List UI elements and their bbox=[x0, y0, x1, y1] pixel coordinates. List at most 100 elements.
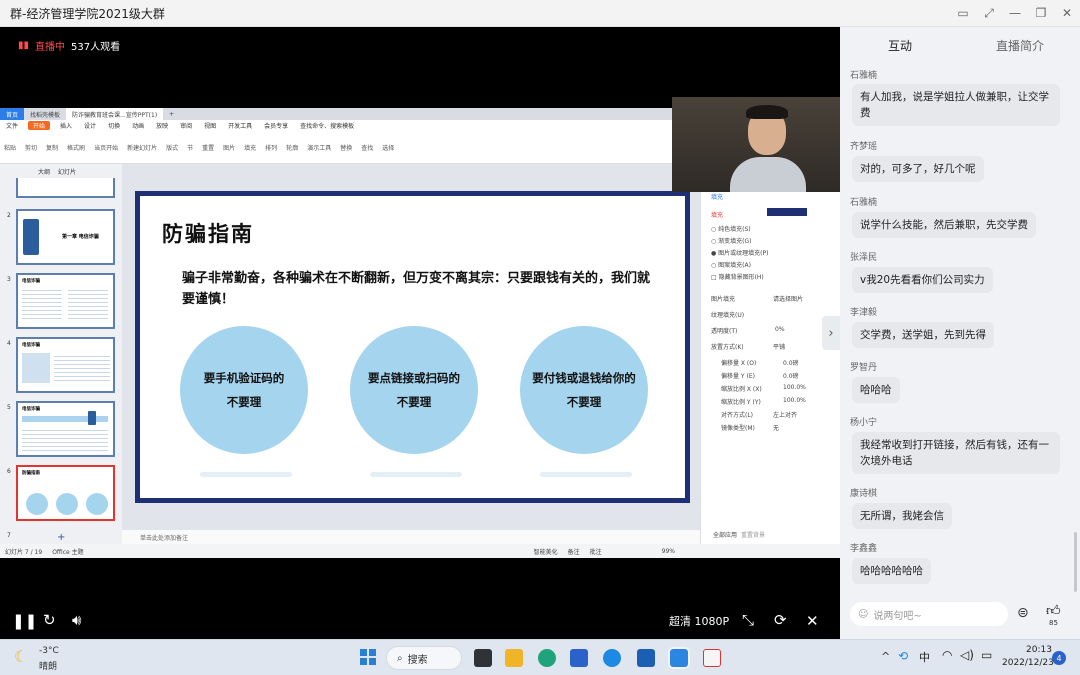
weather-desc[interactable]: 晴朗 bbox=[39, 659, 57, 672]
menu-insert[interactable]: 插入 bbox=[54, 121, 78, 130]
menu-review[interactable]: 审阅 bbox=[174, 121, 198, 130]
close-player-icon[interactable]: ✕ bbox=[806, 612, 819, 630]
prop-value[interactable]: 0.0磅 bbox=[783, 371, 799, 380]
maximize-button[interactable]: ❐ bbox=[1028, 0, 1054, 27]
slide-thumb-3[interactable]: 电信诈骗 bbox=[16, 273, 115, 329]
notes-bar[interactable]: 单击此处添加备注 bbox=[122, 530, 700, 544]
ppt-tab-doc[interactable]: 防诈骗教育班会课...宣传PPT(1) bbox=[66, 108, 164, 120]
add-slide-icon[interactable]: + bbox=[57, 532, 65, 543]
like-icon[interactable]: 👍︎ bbox=[1046, 602, 1061, 619]
menu-search[interactable]: 查找命令、搜索模板 bbox=[294, 121, 360, 130]
slide-thumb-6-selected[interactable]: 防骗指南 bbox=[16, 465, 115, 521]
tool-outline[interactable]: 轮廓 bbox=[286, 143, 298, 152]
menu-devtools[interactable]: 开发工具 bbox=[222, 121, 258, 130]
prop-value[interactable]: 100.0% bbox=[783, 384, 806, 391]
tool-cut[interactable]: 剪切 bbox=[25, 143, 37, 152]
fill-option[interactable]: ○ 渐变填充(G) bbox=[711, 236, 752, 245]
windows-start-icon[interactable] bbox=[360, 649, 376, 665]
pause-icon[interactable]: ❚❚ bbox=[12, 612, 37, 630]
prop-value[interactable]: 请选择图片 bbox=[773, 294, 803, 303]
menu-slideshow[interactable]: 放映 bbox=[150, 121, 174, 130]
snipping-tool-icon[interactable] bbox=[703, 649, 721, 667]
prop-value[interactable]: 0% bbox=[775, 326, 785, 333]
ppt-tab-home[interactable]: 首页 bbox=[0, 108, 25, 120]
menu-member[interactable]: 会员专享 bbox=[258, 121, 294, 130]
tab-interaction[interactable]: 互动 bbox=[840, 37, 960, 54]
ppt-tab-template[interactable]: 找稻壳模板 bbox=[24, 108, 66, 120]
weather-temp[interactable]: -3°C bbox=[39, 646, 59, 656]
tool-fill[interactable]: 填充 bbox=[244, 143, 256, 152]
menu-animation[interactable]: 动画 bbox=[126, 121, 150, 130]
prop-value[interactable]: 0.0磅 bbox=[783, 358, 799, 367]
zoom-level[interactable]: 99% bbox=[662, 548, 675, 555]
minimize-button[interactable]: — bbox=[1002, 0, 1028, 27]
chat-scrollbar[interactable] bbox=[1074, 532, 1077, 592]
close-button[interactable]: ✕ bbox=[1054, 0, 1080, 27]
tool-paste[interactable]: 粘贴 bbox=[4, 143, 16, 152]
slide-thumb-4[interactable]: 电信诈骗 bbox=[16, 337, 115, 393]
tray-app-icon[interactable]: ⟲ bbox=[898, 649, 908, 663]
ime-indicator[interactable]: 中 bbox=[919, 649, 930, 665]
edge-icon[interactable] bbox=[538, 649, 556, 667]
chevron-right-icon[interactable]: › bbox=[822, 316, 840, 350]
security-shield-icon[interactable] bbox=[637, 649, 655, 667]
tool-play-current[interactable]: 当页开始 bbox=[94, 143, 118, 152]
smart-beautify-button[interactable]: 智能美化 bbox=[534, 547, 558, 556]
tool-section[interactable]: 节 bbox=[187, 143, 193, 152]
fullscreen-icon[interactable]: ⤢ bbox=[976, 0, 1002, 27]
reset-bg-button[interactable]: 重置背景 bbox=[741, 530, 765, 539]
tool-reset[interactable]: 重置 bbox=[202, 143, 214, 152]
clock-date[interactable]: 2022/12/23 bbox=[1002, 658, 1054, 668]
chevron-up-icon[interactable]: ^ bbox=[881, 650, 890, 663]
file-explorer-icon[interactable] bbox=[505, 649, 523, 667]
tool-format-painter[interactable]: 格式刷 bbox=[67, 143, 85, 152]
tool-picture[interactable]: 图片 bbox=[223, 143, 235, 152]
tab-intro[interactable]: 直播简介 bbox=[960, 37, 1080, 54]
menu-start[interactable]: 开始 bbox=[28, 121, 51, 130]
volume-tray-icon[interactable]: ◁) bbox=[960, 648, 974, 662]
wifi-icon[interactable]: ◠ bbox=[942, 648, 952, 662]
notification-badge[interactable]: 4 bbox=[1052, 651, 1066, 665]
slide-thumb-5[interactable]: 电信诈骗 bbox=[16, 401, 115, 457]
prop-value[interactable]: 无 bbox=[773, 423, 779, 432]
slide-thumb-2[interactable]: 第一章 电信诈骗 bbox=[16, 209, 115, 265]
ie-icon[interactable] bbox=[603, 649, 621, 667]
ppt-tab-add-icon[interactable]: + bbox=[163, 108, 180, 120]
fill-option[interactable]: ○ 图案填充(A) bbox=[711, 260, 751, 269]
store-icon[interactable] bbox=[570, 649, 588, 667]
menu-design[interactable]: 设计 bbox=[78, 121, 102, 130]
fill-color-swatch[interactable] bbox=[767, 208, 807, 216]
tool-copy[interactable]: 复制 bbox=[46, 143, 58, 152]
tool-select[interactable]: 选择 bbox=[382, 143, 394, 152]
tool-arrange[interactable]: 排列 bbox=[265, 143, 277, 152]
taskbar-search[interactable]: ⌕ 搜索 bbox=[386, 646, 462, 670]
tab-slides[interactable]: 幻灯片 bbox=[58, 167, 76, 176]
quality-selector[interactable]: 超清 1080P bbox=[669, 613, 729, 629]
tool-replace[interactable]: 替换 bbox=[340, 143, 352, 152]
menu-view[interactable]: 视图 bbox=[198, 121, 222, 130]
tool-find[interactable]: 查找 bbox=[361, 143, 373, 152]
menu-transition[interactable]: 切换 bbox=[102, 121, 126, 130]
task-view-icon[interactable] bbox=[474, 649, 492, 667]
prop-value[interactable]: 平铺 bbox=[773, 342, 785, 351]
comments-button[interactable]: 批注 bbox=[590, 547, 602, 556]
tab-outline[interactable]: 大纲 bbox=[38, 167, 50, 176]
menu-file[interactable]: 文件 bbox=[0, 121, 24, 130]
tool-presenter[interactable]: 演示工具 bbox=[307, 143, 331, 152]
tool-new-slide[interactable]: 新建幻灯片 bbox=[127, 143, 157, 152]
volume-icon[interactable]: 🔊︎ bbox=[72, 611, 81, 629]
live-app-icon[interactable] bbox=[668, 647, 690, 669]
clock-time[interactable]: 20:13 bbox=[1026, 645, 1052, 655]
apply-all-button[interactable]: 全部应用 bbox=[713, 530, 737, 539]
prop-value[interactable]: 左上对齐 bbox=[773, 410, 797, 419]
expand-icon[interactable]: ⤡ bbox=[742, 611, 754, 629]
tool-layout[interactable]: 版式 bbox=[166, 143, 178, 152]
fill-option[interactable]: ○ 纯色填充(S) bbox=[711, 224, 751, 233]
pip-icon[interactable]: ▭ bbox=[950, 0, 976, 27]
notes-button[interactable]: 备注 bbox=[568, 547, 580, 556]
emoji-icon[interactable]: ☺ bbox=[858, 609, 868, 620]
prop-value[interactable]: 100.0% bbox=[783, 397, 806, 404]
moon-icon[interactable]: ☾ bbox=[14, 647, 28, 666]
link-icon[interactable]: ⊜ bbox=[1017, 605, 1029, 621]
chat-input[interactable]: ☺ 说两句吧~ bbox=[850, 602, 1008, 626]
